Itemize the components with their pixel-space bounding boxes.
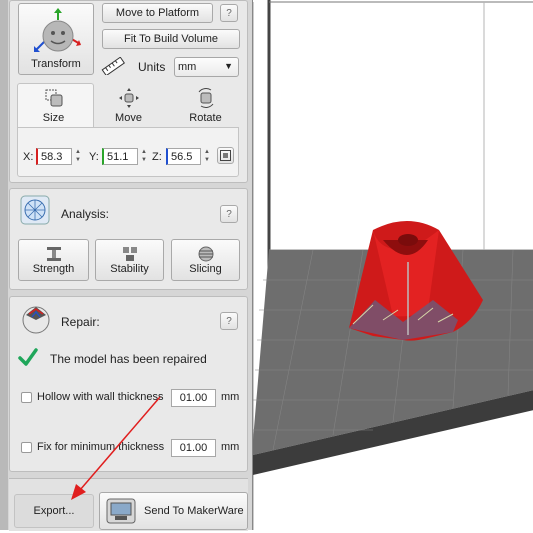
help-label: ? — [226, 315, 232, 327]
tab-rotate-label: Rotate — [189, 112, 222, 124]
transform-button[interactable]: Transform — [18, 3, 94, 75]
tab-move-label: Move — [115, 112, 142, 124]
size-icon — [45, 89, 62, 107]
export-label: Export... — [33, 505, 75, 517]
z-input[interactable]: 56.5 — [166, 148, 201, 165]
slicing-icon — [198, 246, 213, 262]
move-icon — [118, 88, 139, 108]
x-label: X: — [23, 151, 34, 163]
hollow-label: Hollow with wall thickness — [37, 391, 164, 403]
y-value: 51.1 — [107, 150, 129, 163]
z-value: 56.5 — [171, 150, 193, 163]
checkmark-icon — [18, 348, 38, 366]
viewport-3d[interactable] — [252, 0, 533, 530]
transform-icon — [34, 8, 81, 52]
y-input[interactable]: 51.1 — [102, 148, 138, 165]
stability-icon — [122, 247, 137, 261]
units-value: mm — [178, 61, 197, 73]
analysis-title: Analysis: — [61, 207, 110, 221]
repair-status: The model has been repaired — [50, 352, 207, 366]
help-label: ? — [226, 7, 232, 19]
x-value: 58.3 — [41, 150, 63, 163]
fix-thickness-checkbox[interactable] — [21, 442, 32, 453]
uniform-scale-icon — [220, 150, 231, 161]
fix-thickness-input[interactable]: 01.00 — [171, 439, 216, 457]
hollow-checkbox[interactable] — [21, 392, 32, 403]
uniform-scale-toggle[interactable] — [217, 147, 234, 164]
units-select[interactable]: mm ▼ — [174, 57, 239, 77]
hollow-unit: mm — [221, 391, 240, 403]
left-edge-strip — [0, 0, 8, 530]
repair-title: Repair: — [61, 315, 100, 329]
fit-to-build-volume-label: Fit To Build Volume — [124, 33, 218, 45]
x-input[interactable]: 58.3 — [36, 148, 72, 165]
analysis-help-button[interactable]: ? — [220, 205, 238, 223]
ruler-icon — [101, 57, 125, 75]
move-to-platform-label: Move to Platform — [115, 7, 200, 19]
repair-help-button[interactable]: ? — [220, 312, 238, 330]
move-to-platform-button[interactable]: Move to Platform — [102, 3, 213, 23]
tab-size[interactable]: Size — [17, 83, 90, 127]
slicing-label: Slicing — [189, 263, 222, 275]
tab-size-label: Size — [42, 112, 65, 124]
export-button[interactable]: Export... — [14, 494, 94, 528]
send-to-makerware-button[interactable]: Send To MakerWare — [99, 492, 248, 530]
z-label: Z: — [152, 151, 162, 163]
x-stepper[interactable]: ▲ ▼ — [73, 148, 83, 166]
send-to-makerware-label: Send To MakerWare — [144, 505, 244, 517]
tab-move[interactable]: Move — [92, 83, 165, 127]
hollow-thickness-input[interactable]: 01.00 — [171, 389, 216, 407]
help-label: ? — [226, 208, 232, 220]
stability-label: Stability — [110, 263, 149, 275]
transform-help-button[interactable]: ? — [220, 4, 238, 22]
build-volume-scene — [252, 0, 533, 530]
strength-label: Strength — [32, 263, 75, 275]
fix-thickness-label: Fix for minimum thickness — [37, 441, 165, 453]
hollow-thickness-value: 01.00 — [179, 392, 208, 404]
z-stepper[interactable]: ▲ ▼ — [202, 148, 212, 166]
repair-icon — [22, 306, 50, 334]
fix-thickness-unit: mm — [221, 441, 240, 453]
units-label: Units — [138, 60, 166, 74]
strength-icon — [46, 247, 61, 261]
slicing-button[interactable]: Slicing — [171, 239, 240, 281]
y-label: Y: — [89, 151, 99, 163]
tab-rotate[interactable]: Rotate — [169, 83, 242, 127]
makerware-icon — [106, 498, 136, 524]
analysis-icon — [20, 195, 50, 225]
y-stepper[interactable]: ▲ ▼ — [139, 148, 149, 166]
stability-button[interactable]: Stability — [95, 239, 164, 281]
fix-thickness-value: 01.00 — [179, 442, 208, 454]
strength-button[interactable]: Strength — [18, 239, 89, 281]
dropdown-arrow-icon: ▼ — [224, 61, 233, 71]
3d-model[interactable] — [349, 221, 483, 341]
rotate-icon — [198, 88, 213, 108]
fit-to-build-volume-button[interactable]: Fit To Build Volume — [102, 29, 240, 49]
